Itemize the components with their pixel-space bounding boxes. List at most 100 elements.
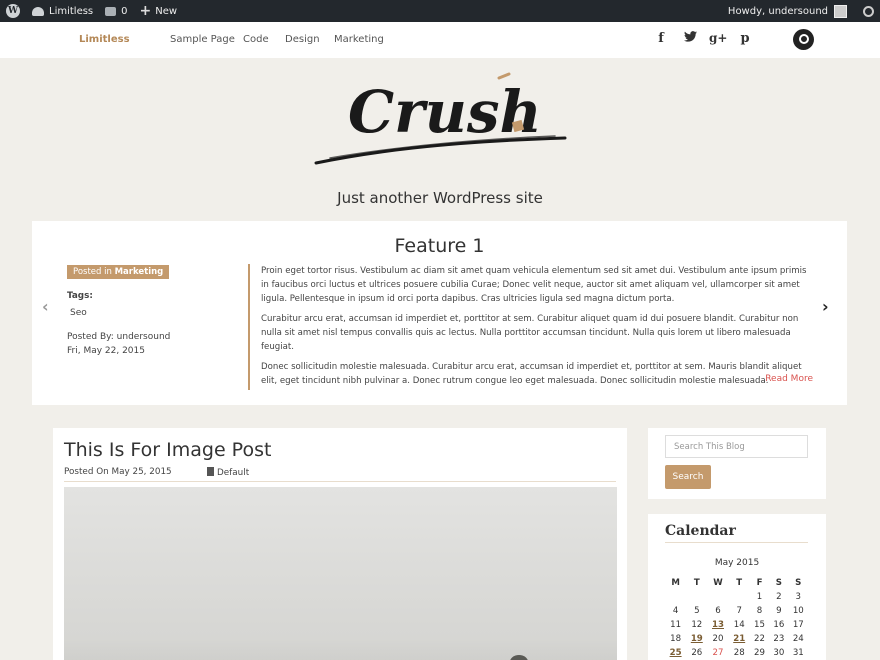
calendar-week: 18 19 20 21 22 23 24	[665, 632, 808, 646]
facebook-icon[interactable]: f	[653, 31, 669, 46]
calendar-day: 7	[736, 606, 742, 616]
calendar-day-link[interactable]: 25	[665, 646, 686, 660]
document-icon	[207, 467, 214, 476]
nav-link-design[interactable]: Design	[285, 34, 320, 45]
avatar	[834, 4, 847, 18]
calendar-day: 15	[754, 620, 765, 630]
calendar-weekday: S	[775, 578, 782, 588]
howdy-greeting: Howdy, undersound	[727, 5, 828, 17]
calendar-day: 6	[715, 606, 721, 616]
calendar-day: 17	[792, 620, 804, 630]
calendar-day: 12	[691, 620, 703, 630]
calendar-day	[707, 590, 728, 604]
category-link[interactable]: Marketing	[115, 267, 164, 277]
calendar-day: 30	[773, 648, 785, 658]
admin-search-icon[interactable]	[863, 5, 874, 17]
feature-title[interactable]: Feature 1	[32, 235, 847, 257]
calendar-day-link[interactable]: 21	[729, 632, 750, 646]
calendar-day-link[interactable]: 13	[707, 618, 728, 632]
read-more-link[interactable]: Read More	[765, 374, 813, 384]
calendar-weekday: T	[693, 578, 700, 588]
calendar-weekday: W	[713, 578, 723, 588]
nav-link-sample-page[interactable]: Sample Page	[170, 34, 235, 45]
post-featured-image[interactable]	[64, 487, 617, 660]
feature-paragraph: Donec sollicitudin molestie malesuada. C…	[261, 362, 802, 386]
nav-link-code[interactable]: Code	[243, 34, 269, 45]
tags-label: Tags:	[67, 291, 93, 301]
main-navigation: Limitless Sample Page Code Design Market…	[0, 22, 880, 58]
site-name-label: Limitless	[49, 5, 94, 17]
calendar-day: 24	[792, 634, 804, 644]
site-name-menu[interactable]: Limitless	[26, 0, 99, 22]
calendar-day: 31	[792, 648, 804, 658]
twitter-icon[interactable]	[682, 31, 698, 46]
calendar-day: 26	[691, 648, 703, 658]
slider-next-icon[interactable]: ›	[822, 297, 829, 316]
calendar-day: 5	[694, 606, 700, 616]
feature-date: Fri, May 22, 2015	[67, 346, 145, 356]
calendar-weekday: T	[736, 578, 743, 588]
plus-icon: +	[139, 3, 152, 19]
search-toggle-icon[interactable]	[793, 29, 814, 50]
search-button[interactable]: Search	[665, 465, 711, 489]
account-menu[interactable]: Howdy, undersound	[722, 0, 853, 22]
calendar-day: 10	[792, 606, 804, 616]
calendar-day: 18	[670, 634, 682, 644]
search-input[interactable]: Search This Blog	[665, 435, 808, 458]
brand-link[interactable]: Limitless	[79, 34, 130, 45]
google-plus-icon[interactable]: g+	[709, 31, 727, 45]
posted-in-label: Posted in	[73, 267, 112, 277]
post-format-label: Default	[217, 468, 250, 478]
calendar-title: Calendar	[665, 523, 808, 543]
post-format: Default	[207, 467, 249, 478]
feature-slider: Feature 1 ‹ › Posted in Marketing Tags: …	[32, 221, 847, 405]
post-title[interactable]: This Is For Image Post	[64, 439, 271, 461]
post-card: This Is For Image Post Posted On May 25,…	[53, 428, 627, 660]
pinterest-icon[interactable]: p	[737, 31, 753, 46]
calendar-day: 1	[756, 592, 763, 602]
dashboard-icon	[32, 6, 44, 16]
calendar-weekday: M	[671, 578, 680, 588]
post-meta: Posted On May 25, 2015 Default	[64, 467, 616, 482]
calendar-day: 11	[670, 620, 682, 630]
crush-logo-icon: Crush	[314, 72, 567, 165]
comment-icon	[105, 6, 117, 16]
tag-link[interactable]: Seo	[70, 308, 87, 318]
comments-count: 0	[121, 5, 128, 17]
new-content-menu[interactable]: + New	[134, 0, 184, 22]
posted-by: Posted By: undersound	[67, 332, 171, 342]
calendar-day-link[interactable]: 19	[686, 632, 707, 646]
calendar-table: MTWTFSS 1 2 3 4 5 6 7 8 9 10 11 12 13 14 15 16 17 18 19 20 2…	[665, 576, 808, 660]
calendar-day: 9	[776, 606, 782, 616]
calendar-day: 8	[756, 606, 763, 616]
post-date: Posted On May 25, 2015	[64, 467, 172, 477]
calendar-week: 11 12 13 14 15 16 17	[665, 618, 808, 632]
wordpress-icon: W	[6, 4, 20, 18]
new-label: New	[155, 5, 178, 17]
calendar-day: 3	[795, 592, 802, 602]
calendar-month: May 2015	[714, 558, 760, 568]
calendar-widget: Calendar May 2015 MTWTFSS 1 2 3 4 5 6 7 8 9 10 11 1…	[648, 514, 826, 660]
calendar-day: 28	[733, 648, 745, 658]
calendar-week: 1 2 3	[665, 590, 808, 604]
admin-bar: W Limitless 0 + New Howdy, undersound	[0, 0, 880, 22]
calendar-day: 14	[733, 620, 745, 630]
site-tagline: Just another WordPress site	[337, 189, 543, 207]
comments-menu[interactable]: 0	[99, 0, 133, 22]
site-logo[interactable]: Crush	[310, 70, 570, 170]
logo-text: Crush	[348, 78, 542, 146]
nav-link-marketing[interactable]: Marketing	[334, 34, 384, 45]
calendar-week: 4 5 6 7 8 9 10	[665, 604, 808, 618]
feature-excerpt: Proin eget tortor risus. Vestibulum ac d…	[248, 264, 814, 390]
calendar-day: 23	[773, 634, 785, 644]
calendar-day: 2	[776, 592, 782, 602]
calendar-week: 25 26 27 28 29 30 31	[665, 646, 808, 660]
slider-prev-icon[interactable]: ‹	[42, 297, 49, 316]
calendar-day: 20	[712, 634, 724, 644]
post-image-detail	[510, 655, 528, 660]
calendar-day	[686, 590, 707, 604]
wordpress-logo-menu[interactable]: W	[0, 0, 26, 22]
calendar-day: 29	[754, 648, 765, 658]
feature-paragraph: Proin eget tortor risus. Vestibulum ac d…	[261, 266, 807, 304]
calendar-day: 16	[773, 620, 785, 630]
